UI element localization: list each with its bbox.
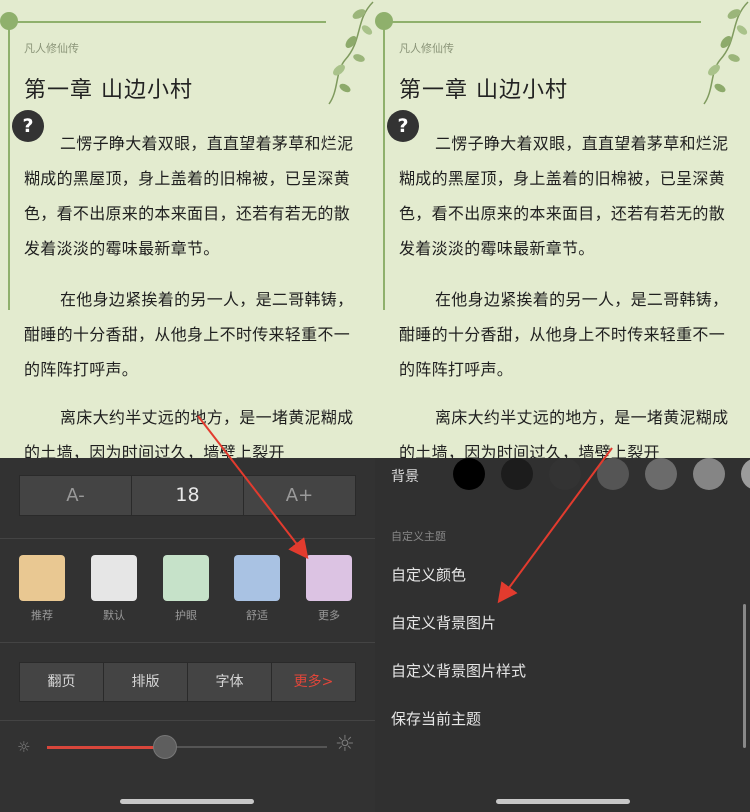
right-panel: 凡人修仙传 第一章 山边小村 二愣子睁大着双眼，直直望着茅草和烂泥糊成的黑屋顶，…	[375, 0, 750, 812]
help-icon[interactable]: ?	[12, 110, 44, 142]
help-icon[interactable]: ?	[387, 110, 419, 142]
chapter-title: 第一章 山边小村	[399, 78, 568, 103]
theme-settings-sheet: 背景 自定义主题 自定义颜色 自定义背景图片 自定义背景图片样式 保存当前主题	[375, 458, 750, 812]
paragraph: 在他身边紧挨着的另一人，是二哥韩铸，酣睡的十分香甜，从他身上不时传来轻重不一的阵…	[399, 290, 729, 379]
reading-page[interactable]: 凡人修仙传 第一章 山边小村 二愣子睁大着双眼，直直望着茅草和烂泥糊成的黑屋顶，…	[375, 0, 750, 470]
left-panel: 凡人修仙传 第一章 山边小村 二愣子睁大着双眼，直直望着茅草和烂泥糊成的黑屋顶，…	[0, 0, 375, 812]
brightness-track[interactable]	[47, 735, 327, 759]
tab-page-turn[interactable]: 翻页	[20, 663, 104, 701]
scrollbar[interactable]	[743, 604, 746, 748]
brightness-control: ☼ ☼	[17, 734, 362, 760]
divider	[0, 538, 375, 539]
vine-decoration-icon	[703, 1, 749, 105]
theme-swatch	[19, 555, 65, 601]
custom-background-image-item[interactable]: 自定义背景图片	[391, 612, 496, 633]
theme-comfort[interactable]: 舒适	[234, 555, 280, 623]
sun-small-icon: ☼	[17, 738, 31, 756]
decor-line	[383, 21, 701, 23]
save-current-theme-item[interactable]: 保存当前主题	[391, 708, 481, 729]
custom-background-image-style-item[interactable]: 自定义背景图片样式	[391, 660, 526, 681]
theme-swatch	[306, 555, 352, 601]
theme-swatch	[91, 555, 137, 601]
tab-font[interactable]: 字体	[188, 663, 272, 701]
background-label: 背景	[391, 469, 419, 485]
brightness-fill	[47, 746, 165, 749]
home-indicator	[496, 799, 630, 804]
theme-default[interactable]: 默认	[91, 555, 137, 623]
background-color-option[interactable]	[741, 458, 750, 490]
font-size-value: 18	[132, 476, 244, 515]
paragraph: 在他身边紧挨着的另一人，是二哥韩铸，酣睡的十分香甜，从他身上不时传来轻重不一的阵…	[24, 290, 354, 379]
font-decrease-button[interactable]: A-	[20, 476, 132, 515]
book-name: 凡人修仙传	[24, 42, 79, 55]
section-title: 自定义主题	[391, 530, 446, 543]
background-color-option[interactable]	[597, 458, 629, 490]
decor-line	[8, 22, 10, 310]
book-name: 凡人修仙传	[399, 42, 454, 55]
background-color-option[interactable]	[693, 458, 725, 490]
settings-sheet: A- 18 A+ 推荐 默认 护眼 舒适 更多 翻页 排版 字体 更多> ☼ ☼	[0, 458, 375, 812]
background-color-option[interactable]	[645, 458, 677, 490]
theme-swatch	[234, 555, 280, 601]
decor-line	[8, 21, 326, 23]
theme-eye-care[interactable]: 护眼	[163, 555, 209, 623]
reading-page[interactable]: 凡人修仙传 第一章 山边小村 二愣子睁大着双眼，直直望着茅草和烂泥糊成的黑屋顶，…	[0, 0, 375, 470]
decor-line	[383, 22, 385, 310]
chapter-title: 第一章 山边小村	[24, 78, 193, 103]
custom-color-item[interactable]: 自定义颜色	[391, 564, 466, 585]
theme-label: 护眼	[175, 609, 197, 622]
theme-more[interactable]: 更多	[306, 555, 352, 623]
paragraph: 二愣子睁大着双眼，直直望着茅草和烂泥糊成的黑屋顶，身上盖着的旧棉被，已呈深黄色，…	[399, 134, 729, 258]
theme-label: 舒适	[246, 609, 268, 622]
sun-large-icon: ☼	[335, 732, 355, 757]
tab-more[interactable]: 更多>	[272, 663, 355, 701]
vine-decoration-icon	[328, 1, 374, 105]
settings-tabs: 翻页 排版 字体 更多>	[19, 662, 356, 702]
background-color-option[interactable]	[501, 458, 533, 490]
paragraph: 二愣子睁大着双眼，直直望着茅草和烂泥糊成的黑屋顶，身上盖着的旧棉被，已呈深黄色，…	[24, 134, 354, 258]
theme-label: 更多	[318, 609, 340, 622]
tab-layout[interactable]: 排版	[104, 663, 188, 701]
decor-dot	[0, 12, 18, 30]
background-color-option[interactable]	[549, 458, 581, 490]
theme-recommend[interactable]: 推荐	[19, 555, 65, 623]
font-size-control: A- 18 A+	[19, 475, 356, 516]
font-increase-button[interactable]: A+	[244, 476, 355, 515]
background-color-option[interactable]	[453, 458, 485, 490]
theme-swatch	[163, 555, 209, 601]
divider	[0, 720, 375, 721]
decor-dot	[375, 12, 393, 30]
divider	[0, 642, 375, 643]
brightness-slider-thumb[interactable]	[152, 735, 177, 759]
theme-label: 默认	[103, 609, 125, 622]
home-indicator	[120, 799, 254, 804]
theme-label: 推荐	[31, 609, 53, 622]
